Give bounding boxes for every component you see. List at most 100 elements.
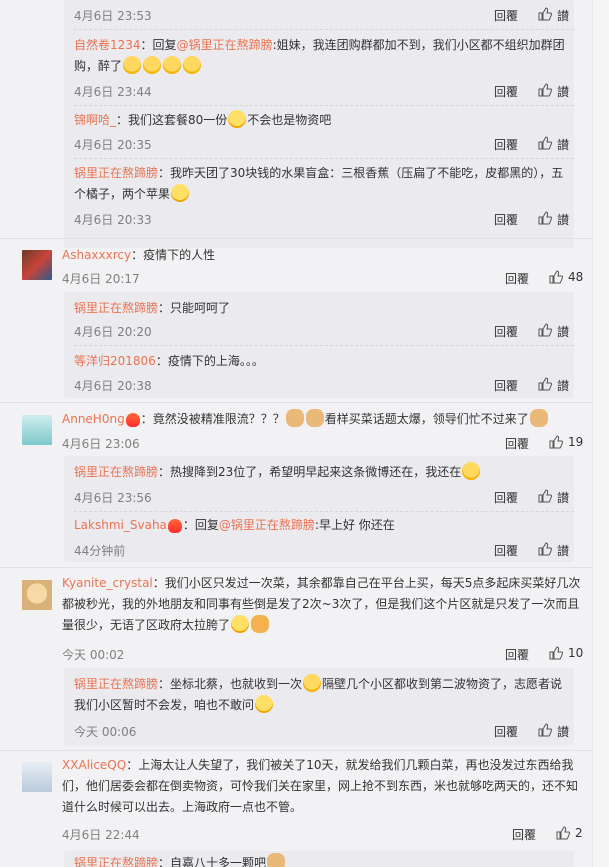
user-name[interactable]: 锅里正在熬蹄膀 [74,856,158,867]
comment-body-2: 看样买菜话题太爆，领导们忙不过来了 [324,412,529,426]
reply-button[interactable]: 回覆 [494,136,518,153]
reply-text: 自然卷1234：回复@锅里正在熬蹄膀:姐妹，我连团购群都加不到，我们小区都不组织… [74,35,574,77]
user-name[interactable]: XXAliceQQ [62,758,126,772]
cat-emoji-icon [305,409,324,427]
user-name[interactable]: AnneH0ng [62,412,125,426]
like-count: 19 [568,435,584,449]
thumbs-up-icon[interactable] [538,377,552,391]
reply-text: 锅里正在熬蹄膀：坐标北蔡，也就收到一次 隔壁几个小区都收到第二波物资了，志愿者说我… [74,674,574,716]
cat-emoji-icon [529,409,548,427]
reply-body-2: 个橘子，两个苹果 [74,187,171,201]
crying-emoji-icon [183,56,202,74]
thumbs-up-icon[interactable] [549,270,563,284]
comment-text: Kyanite_crystal：我们小区只发过一次菜，其余都靠自己在平台上买，每… [62,573,582,636]
divider [0,402,592,403]
thumbs-up-icon[interactable] [538,7,552,21]
reply-prefix: ：回复 [140,38,177,52]
thumbs-up-icon[interactable] [538,83,552,97]
reply-button[interactable]: 回覆 [494,542,518,559]
reply-text: 锅里正在熬蹄膀：自嘉八十多一颗吧 [74,853,574,867]
comment-time: 4月6日 20:20 [74,325,152,339]
reply-button[interactable]: 回覆 [512,826,536,843]
like-label[interactable]: 讃 [557,489,569,506]
thumbs-up-icon[interactable] [549,646,563,660]
crying-emoji-icon [163,56,182,74]
reply-button[interactable]: 回覆 [494,489,518,506]
thumbs-up-icon[interactable] [556,826,570,840]
crying-emoji-icon [303,674,322,692]
user-avatar[interactable] [22,762,52,792]
thumbs-up-icon[interactable] [538,323,552,337]
like-label[interactable]: 讃 [557,211,569,228]
reply-button[interactable]: 回覆 [505,646,529,663]
divider [0,567,592,568]
thumbs-up-icon[interactable] [538,211,552,225]
smile-emoji-icon [228,110,247,128]
reply-body: ：只能呵呵了 [158,301,231,315]
reply-button[interactable]: 回覆 [494,83,518,100]
reply-button[interactable]: 回覆 [505,435,529,452]
reply-body: :早上好 你还在 [314,518,395,532]
scrollbar[interactable] [592,0,609,867]
user-name[interactable]: Lakshmi_Svaha [74,518,167,532]
user-avatar[interactable] [22,250,52,280]
divider [74,158,574,159]
reply-button[interactable]: 回覆 [494,211,518,228]
reply-button[interactable]: 回覆 [494,323,518,340]
reply-body-1b: 隔壁几个小区都收到第二波物资了，志愿者说 [322,677,563,691]
reply-body-2: 购，醉了 [74,59,123,73]
user-name[interactable]: Ashaxxxrcy [62,248,131,262]
user-avatar[interactable] [22,415,52,445]
like-count: 10 [568,646,584,660]
user-name[interactable]: 锅里正在熬蹄膀 [74,301,158,315]
comment-time: 4月6日 20:38 [74,379,152,393]
user-name[interactable]: 等洋归201806 [74,354,156,368]
reply-button[interactable]: 回覆 [505,270,529,287]
thumbs-up-icon[interactable] [538,723,552,737]
like-label[interactable]: 讃 [557,542,569,559]
user-name[interactable]: 自然卷1234 [74,38,141,52]
user-name[interactable]: 锅里正在熬蹄膀 [74,465,158,479]
user-name[interactable]: 锦啊哈_ [74,113,116,127]
reply-button[interactable]: 回覆 [494,377,518,394]
divider [0,750,592,751]
mention-link[interactable]: @锅里正在熬蹄膀 [219,518,315,532]
reply-button[interactable]: 回覆 [494,7,518,24]
mention-link[interactable]: @锅里正在熬蹄膀 [177,38,273,52]
thumbs-up-icon[interactable] [538,489,552,503]
like-label[interactable]: 讃 [557,7,569,24]
reply-body: ：我们这套餐80一份 [116,113,228,127]
reply-body: ：疫情下的上海。。。 [155,354,264,368]
like-label[interactable]: 讃 [557,323,569,340]
smile-emoji-icon [171,184,190,202]
comment-text: AnneH0ng ：竟然没被精准限流？？？ 看样买菜话题太爆，领导们忙不过来了 [62,409,582,430]
user-avatar[interactable] [22,580,52,610]
divider [74,511,574,512]
like-label[interactable]: 讃 [557,136,569,153]
comment-time: 4月6日 20:17 [62,272,140,286]
fire-badge-icon [167,519,182,533]
user-name[interactable]: Kyanite_crystal [62,576,153,590]
divider [74,345,574,346]
reply-body: :姐妹，我连团购群都加不到，我们小区都不组织加群团 [272,38,565,52]
comment-time: 4月6日 23:06 [62,437,140,451]
comment-time: 4月6日 23:56 [74,491,152,505]
crying-emoji-icon [143,56,162,74]
comment-time: 44分钟前 [74,544,126,558]
reply-button[interactable]: 回覆 [494,723,518,740]
thumbs-up-icon[interactable] [538,542,552,556]
like-label[interactable]: 讃 [557,723,569,740]
reply-body-2: 我们小区暂时不会发，咱也不敢问 [74,698,255,712]
reply-body: ：我昨天团了30块钱的水果盲盒：三根香蕉（压扁了不能吃，皮都黑的），五 [158,166,564,180]
like-label[interactable]: 讃 [557,377,569,394]
user-name[interactable]: 锅里正在熬蹄膀 [74,677,158,691]
reply-text: 锅里正在熬蹄膀：只能呵呵了 [74,298,574,319]
user-name[interactable]: 锅里正在熬蹄膀 [74,166,158,180]
like-count: 48 [568,270,584,284]
thumbs-up-icon[interactable] [538,136,552,150]
comment-time: 4月6日 23:53 [74,9,152,23]
comment-body-3: 道什么时候可以出去。上海政府一点也不管。 [62,800,303,814]
comment-body: ：上海太让人失望了，我们被关了10天，就发给我们几颗白菜，再也没发过东西给我 [126,758,574,772]
thumbs-up-icon[interactable] [549,435,563,449]
like-label[interactable]: 讃 [557,83,569,100]
